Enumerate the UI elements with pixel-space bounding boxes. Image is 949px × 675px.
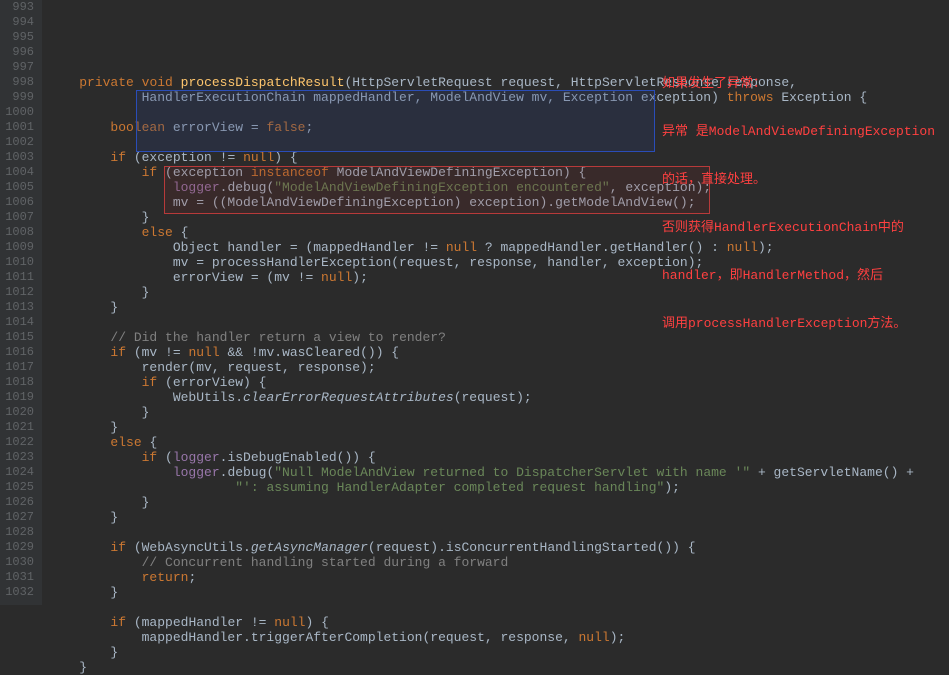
code-line[interactable]: "': assuming HandlerAdapter completed re…	[48, 480, 914, 495]
code-line[interactable]: WebUtils.clearErrorRequestAttributes(req…	[48, 390, 914, 405]
line-number-gutter: 9939949959969979989991000100110021003100…	[0, 0, 42, 605]
code-editor[interactable]: 9939949959969979989991000100110021003100…	[0, 0, 949, 605]
line-number: 1026	[4, 495, 34, 510]
line-number: 996	[4, 45, 34, 60]
line-number: 1029	[4, 540, 34, 555]
line-number: 993	[4, 0, 34, 15]
line-number: 1023	[4, 450, 34, 465]
line-number: 1020	[4, 405, 34, 420]
annotation-line: 否则获得HandlerExecutionChain中的	[662, 220, 942, 236]
annotation-line: 如果发生了异常：	[662, 76, 942, 92]
code-line[interactable]: }	[48, 510, 914, 525]
line-number: 1031	[4, 570, 34, 585]
line-number: 1010	[4, 255, 34, 270]
line-number: 1018	[4, 375, 34, 390]
code-line[interactable]: if (errorView) {	[48, 375, 914, 390]
line-number: 997	[4, 60, 34, 75]
line-number: 995	[4, 30, 34, 45]
line-number: 1009	[4, 240, 34, 255]
code-line[interactable]: logger.debug("Null ModelAndView returned…	[48, 465, 914, 480]
annotation-line: 调用processHandlerException方法。	[662, 316, 942, 332]
line-number: 1002	[4, 135, 34, 150]
code-line[interactable]: }	[48, 495, 914, 510]
line-number: 994	[4, 15, 34, 30]
line-number: 1001	[4, 120, 34, 135]
code-line[interactable]	[48, 600, 914, 615]
line-number: 1021	[4, 420, 34, 435]
code-line[interactable]: mappedHandler.triggerAfterCompletion(req…	[48, 630, 914, 645]
line-number: 1004	[4, 165, 34, 180]
code-line[interactable]: return;	[48, 570, 914, 585]
line-number: 1012	[4, 285, 34, 300]
line-number: 1028	[4, 525, 34, 540]
code-line[interactable]: if (WebAsyncUtils.getAsyncManager(reques…	[48, 540, 914, 555]
line-number: 1006	[4, 195, 34, 210]
code-line[interactable]: }	[48, 645, 914, 660]
code-line[interactable]: else {	[48, 435, 914, 450]
line-number: 998	[4, 75, 34, 90]
annotation-line: 的话，直接处理。	[662, 172, 942, 188]
annotation-line: handler，即HandlerMethod，然后	[662, 268, 942, 284]
line-number: 1003	[4, 150, 34, 165]
line-number: 1027	[4, 510, 34, 525]
line-number: 999	[4, 90, 34, 105]
code-line[interactable]: // Concurrent handling started during a …	[48, 555, 914, 570]
line-number: 1016	[4, 345, 34, 360]
line-number: 1005	[4, 180, 34, 195]
line-number: 1013	[4, 300, 34, 315]
line-number: 1000	[4, 105, 34, 120]
line-number: 1008	[4, 225, 34, 240]
annotation-comment: 如果发生了异常： 异常 是ModelAndViewDefiningExcepti…	[662, 44, 942, 364]
line-number: 1025	[4, 480, 34, 495]
line-number: 1014	[4, 315, 34, 330]
code-line[interactable]: }	[48, 405, 914, 420]
code-line[interactable]: }	[48, 660, 914, 675]
code-line[interactable]: }	[48, 585, 914, 600]
code-line[interactable]: if (mappedHandler != null) {	[48, 615, 914, 630]
line-number: 1007	[4, 210, 34, 225]
code-line[interactable]	[48, 525, 914, 540]
annotation-line: 异常 是ModelAndViewDefiningException	[662, 124, 942, 140]
line-number: 1022	[4, 435, 34, 450]
line-number: 1015	[4, 330, 34, 345]
line-number: 1017	[4, 360, 34, 375]
line-number: 1024	[4, 465, 34, 480]
code-area[interactable]: 如果发生了异常： 异常 是ModelAndViewDefiningExcepti…	[42, 0, 914, 605]
line-number: 1030	[4, 555, 34, 570]
line-number: 1011	[4, 270, 34, 285]
code-line[interactable]: }	[48, 420, 914, 435]
line-number: 1032	[4, 585, 34, 600]
code-line[interactable]: if (logger.isDebugEnabled()) {	[48, 450, 914, 465]
line-number: 1019	[4, 390, 34, 405]
